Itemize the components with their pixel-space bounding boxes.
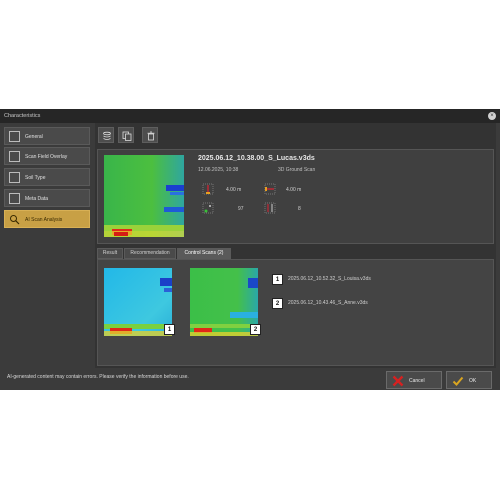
close-icon: × bbox=[490, 113, 494, 119]
length-y-icon bbox=[264, 183, 276, 195]
title-bar: Characteristics × bbox=[0, 109, 500, 123]
sidebar-item-label: Meta Data bbox=[25, 196, 49, 202]
sidebar-item-label: General bbox=[25, 134, 43, 140]
checkmark-icon bbox=[452, 376, 464, 386]
toolbar bbox=[95, 127, 165, 145]
sidebar-item-soil-type[interactable]: Soil Type bbox=[4, 168, 90, 186]
list-badge-1: 1 bbox=[272, 274, 283, 285]
sidebar-item-ai-scan-analysis[interactable]: AI Scan Analysis bbox=[4, 210, 90, 228]
image-icon bbox=[9, 151, 20, 162]
ok-label: OK bbox=[469, 378, 477, 384]
sidebar-item-label: Scan Field Overlay bbox=[25, 154, 68, 160]
list-badge-2: 2 bbox=[272, 298, 283, 309]
control-scan-label-2[interactable]: 2025.06.12_10.43.46_S_Anne.v3ds bbox=[288, 300, 368, 306]
cancel-button[interactable]: Cancel bbox=[386, 371, 442, 389]
footer: AI-generated content may contain errors.… bbox=[0, 368, 500, 390]
lines-icon bbox=[264, 202, 276, 214]
tab-recommendation[interactable]: Recommendation bbox=[124, 248, 176, 259]
trash-icon bbox=[147, 131, 155, 141]
folder-icon bbox=[9, 193, 20, 204]
length-x-icon bbox=[202, 183, 214, 195]
ok-button[interactable]: OK bbox=[446, 371, 492, 389]
layers-icon bbox=[9, 172, 20, 183]
scan-info-panel: 2025.06.12_10.38.00_S_Lucas.v3ds 12.06.2… bbox=[97, 149, 494, 244]
sidebar-item-label: AI Scan Analysis bbox=[25, 217, 63, 223]
sidebar-item-label: Soil Type bbox=[25, 175, 46, 181]
sidebar-item-scan-field-overlay[interactable]: Scan Field Overlay bbox=[4, 147, 90, 165]
control-scan-badge-1: 1 bbox=[164, 324, 175, 335]
count-2-value: 8 bbox=[298, 206, 301, 212]
ai-disclaimer: AI-generated content may contain errors.… bbox=[7, 374, 189, 380]
length-1-value: 4.00 m bbox=[226, 187, 242, 193]
cancel-label: Cancel bbox=[409, 378, 425, 384]
copy-button[interactable] bbox=[118, 127, 134, 143]
copy-icon bbox=[122, 131, 132, 141]
sliders-icon bbox=[9, 131, 20, 142]
scan-datetime: 12.06.2025, 10:38 bbox=[198, 167, 239, 173]
ai-search-icon bbox=[10, 215, 20, 225]
tab-control-scans[interactable]: Control Scans (2) bbox=[177, 248, 231, 259]
cancel-x-icon bbox=[392, 375, 404, 387]
scan-filename: 2025.06.12_10.38.00_S_Lucas.v3ds bbox=[198, 155, 315, 162]
characteristics-dialog: Characteristics × General Scan Field Ove… bbox=[0, 109, 500, 390]
control-scan-badge-2: 2 bbox=[250, 324, 261, 335]
tab-result[interactable]: Result bbox=[97, 248, 123, 259]
sidebar-item-general[interactable]: General bbox=[4, 127, 90, 145]
window-title: Characteristics bbox=[4, 113, 41, 119]
control-scan-thumbnail-1[interactable] bbox=[104, 268, 172, 336]
control-scan-thumbnail-2[interactable] bbox=[190, 268, 258, 336]
stack-button[interactable] bbox=[98, 127, 114, 143]
scan-type: 3D Ground Scan bbox=[278, 167, 316, 173]
count-1-value: 97 bbox=[238, 206, 244, 212]
close-button[interactable]: × bbox=[488, 112, 496, 120]
length-2-value: 4.00 m bbox=[286, 187, 302, 193]
stack-icon bbox=[103, 131, 111, 140]
control-scans-panel: 1 2 1 2025.06.12_10.52.32_S_Louisa.v3ds … bbox=[97, 259, 494, 366]
control-scan-label-1[interactable]: 2025.06.12_10.52.32_S_Louisa.v3ds bbox=[288, 276, 371, 282]
points-icon bbox=[202, 202, 214, 214]
main-panel: 2025.06.12_10.38.00_S_Lucas.v3ds 12.06.2… bbox=[95, 123, 496, 368]
delete-button[interactable] bbox=[142, 127, 158, 143]
scan-thumbnail[interactable] bbox=[104, 155, 184, 237]
sidebar-item-meta-data[interactable]: Meta Data bbox=[4, 189, 90, 207]
